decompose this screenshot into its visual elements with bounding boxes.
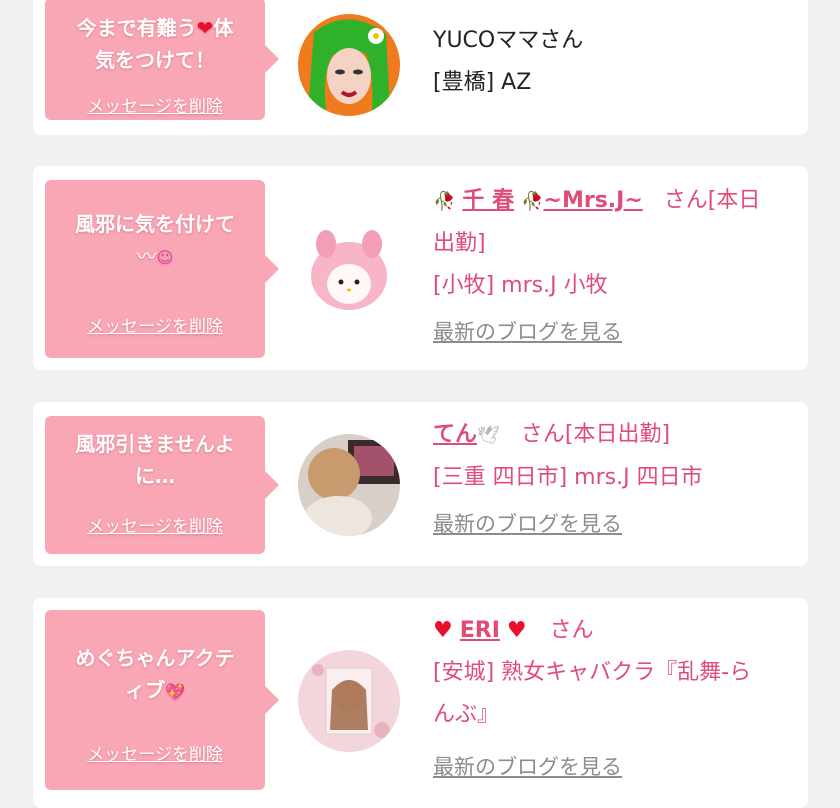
member-name-link[interactable]: ~Mrs.J~ xyxy=(544,188,643,213)
message-card-1: 今まで有難う❤体 気をつけて！ メッセージを削除 YUCOママさん [豊橋] A… xyxy=(33,0,808,135)
smile-emoji-icon: ☺ xyxy=(156,248,174,267)
member-name-line: ♥ ERI ♥ さん xyxy=(433,610,794,652)
message-text: めぐちゃんアクテ ィブ💖 xyxy=(51,642,259,708)
blog-link[interactable]: 最新のブログを見る xyxy=(433,311,794,354)
member-location-cont: んぶ』 xyxy=(433,702,500,727)
member-name-link[interactable]: 千 春 xyxy=(462,188,514,213)
message-card-2: 風邪に気を付けて 〰☺ メッセージを削除 🥀 千 春 🥀~Mrs.J~ さん[本… xyxy=(33,166,808,370)
avatar[interactable] xyxy=(298,14,400,116)
message-bubble: 風邪引きませんよ に… メッセージを削除 xyxy=(45,416,279,554)
member-info: ♥ ERI ♥ さん [安城] 熟女キャバクラ『乱舞-ら んぶ』 最新のブログを… xyxy=(433,610,794,789)
member-location: [豊橋] AZ xyxy=(433,70,532,95)
heart-icon: ♥ xyxy=(506,618,527,643)
blog-link-text[interactable]: 最新のブログを見る xyxy=(433,755,622,779)
member-name-link[interactable]: てん xyxy=(433,422,477,447)
avatar[interactable] xyxy=(298,434,400,536)
avatar[interactable] xyxy=(298,218,400,320)
delete-message-link[interactable]: メッセージを削除 xyxy=(45,92,265,117)
dove-icon: 🕊 xyxy=(477,425,500,446)
rose-icon: 🥀 xyxy=(433,191,456,212)
message-line: 気をつけて！ xyxy=(95,48,215,72)
delete-message-link[interactable]: メッセージを削除 xyxy=(45,312,265,337)
member-location: [小牧] mrs.J 小牧 xyxy=(433,273,608,298)
rose-icon: 🥀 xyxy=(521,191,544,212)
message-bubble: めぐちゃんアクテ ィブ💖 メッセージを削除 xyxy=(45,610,279,790)
message-line: に… xyxy=(135,464,175,488)
member-name[interactable]: YUCOママさん xyxy=(433,20,794,62)
message-line: 今まで有難う xyxy=(76,16,197,40)
member-info: YUCOママさん [豊橋] AZ xyxy=(433,20,794,104)
honorific: さん xyxy=(549,618,594,643)
message-bubble: 風邪に気を付けて 〰☺ メッセージを削除 xyxy=(45,180,279,358)
message-line: ィブ xyxy=(125,678,166,702)
message-card-4: めぐちゃんアクテ ィブ💖 メッセージを削除 ♥ ERI ♥ さん [安城] 熟女… xyxy=(33,598,808,808)
delete-message-link[interactable]: メッセージを削除 xyxy=(45,512,265,537)
member-location: [三重 四日市] mrs.J 四日市 xyxy=(433,465,703,490)
honorific: さん[本日出勤] xyxy=(520,422,671,447)
message-line: 体 xyxy=(213,16,234,40)
message-line: めぐちゃんアクテ xyxy=(75,646,235,670)
message-line: 風邪引きませんよ xyxy=(75,432,235,456)
message-text: 今まで有難う❤体 気をつけて！ xyxy=(51,12,259,76)
member-location: [安城] 熟女キャバクラ『乱舞-ら xyxy=(433,660,752,685)
message-line: 風邪に気を付けて xyxy=(75,212,235,236)
blog-link-text[interactable]: 最新のブログを見る xyxy=(433,512,622,536)
member-name-link[interactable]: ERI xyxy=(460,618,500,643)
heart-icon: ♥ xyxy=(433,618,453,643)
blog-link[interactable]: 最新のブログを見る xyxy=(433,746,794,789)
message-bubble: 今まで有難う❤体 気をつけて！ メッセージを削除 xyxy=(45,0,279,120)
message-card-3: 風邪引きませんよ に… メッセージを削除 てん🕊 さん[本日出勤] [三重 四日… xyxy=(33,402,808,566)
message-text: 風邪引きませんよ に… xyxy=(51,428,259,492)
blog-link-text[interactable]: 最新のブログを見る xyxy=(433,320,622,344)
member-name-line: てん🕊 さん[本日出勤] xyxy=(433,414,794,457)
message-text: 風邪に気を付けて 〰☺ xyxy=(51,208,259,274)
member-info: てん🕊 さん[本日出勤] [三重 四日市] mrs.J 四日市 最新のブログを見… xyxy=(433,414,794,546)
avatar[interactable] xyxy=(298,650,400,752)
member-name-line: 🥀 千 春 🥀~Mrs.J~ さん[本日 xyxy=(433,180,794,223)
honorific: さん[本日 xyxy=(663,188,761,213)
message-line: 〰 xyxy=(136,244,157,268)
blog-link[interactable]: 最新のブログを見る xyxy=(433,503,794,546)
delete-message-link[interactable]: メッセージを削除 xyxy=(45,740,265,765)
heart-icon: ❤ xyxy=(196,16,214,40)
work-status: 出勤] xyxy=(433,231,486,256)
heart-emoji-icon: 💖 xyxy=(165,682,185,701)
member-info: 🥀 千 春 🥀~Mrs.J~ さん[本日 出勤] [小牧] mrs.J 小牧 最… xyxy=(433,180,794,354)
